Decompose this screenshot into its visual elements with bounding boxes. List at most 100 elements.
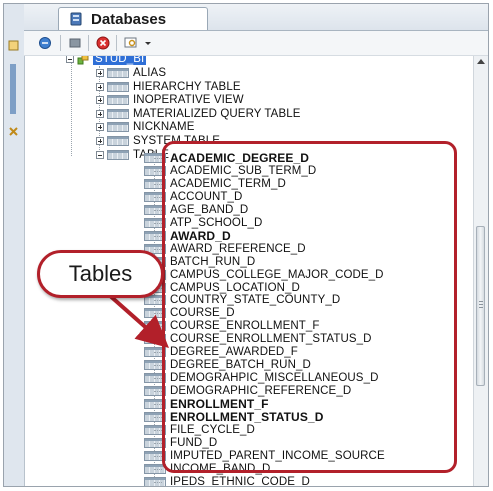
side-close-icon[interactable] (8, 126, 19, 137)
expand-toggle[interactable] (96, 137, 104, 145)
tree-node-table[interactable]: CAMPUS_LOCATION_D (144, 281, 300, 295)
tree-node-table[interactable]: COURSE_ENROLLMENT_STATUS_D (144, 332, 372, 346)
connect-icon[interactable] (38, 36, 52, 50)
callout-label: Tables (68, 261, 133, 286)
tree-scrollbar[interactable] (473, 56, 488, 486)
category-label: MATERIALIZED QUERY TABLE (133, 107, 301, 120)
tree-guide-line (154, 481, 162, 483)
disconnect-icon[interactable] (68, 36, 82, 50)
toolbar-separator (60, 35, 61, 51)
category-label: HIERARCHY TABLE (133, 80, 241, 93)
tree-node-table[interactable]: DEMOGRAPHIC_REFERENCE_D (144, 384, 351, 398)
tree-guide-line (154, 248, 162, 250)
tree-node-table[interactable]: CAMPUS_COLLEGE_MAJOR_CODE_D (144, 268, 384, 282)
tree-node-schema[interactable]: STUD_BI (66, 56, 147, 66)
table-label: DEGREE_AWARDED_F (170, 346, 298, 359)
tree-node-category[interactable]: HIERARCHY TABLE (96, 80, 241, 94)
tree-node-category[interactable]: SYSTEM TABLE (96, 134, 220, 148)
tree-guide-line (154, 196, 162, 198)
left-side-strip (4, 4, 25, 486)
tree-guide-line (154, 442, 162, 444)
tree-guide-line (154, 209, 162, 211)
toolbar-separator (116, 35, 117, 51)
tree-guide-line (154, 455, 162, 457)
table-label: IMPUTED_PARENT_INCOME_SOURCE (170, 449, 385, 462)
table-label: CAMPUS_COLLEGE_MAJOR_CODE_D (170, 268, 384, 281)
table-label: DEMOGRAPHIC_REFERENCE_D (170, 385, 352, 398)
tree-node-table[interactable]: ACADEMIC_TERM_D (144, 177, 286, 191)
tree-guide-line (154, 352, 162, 354)
tree-node-category[interactable]: INOPERATIVE VIEW (96, 93, 244, 107)
tree-node-table[interactable]: AWARD_REFERENCE_D (144, 242, 306, 256)
tree-node-table[interactable]: DEMOGRAHPIC_MISCELLANEOUS_D (144, 371, 378, 385)
tree-guide-line (154, 339, 162, 341)
tree-guide-line (154, 158, 162, 159)
tree-node-table[interactable]: ENROLLMENT_STATUS_D (144, 410, 323, 424)
tree-guide-line (154, 326, 162, 328)
tree-guide-line (154, 300, 162, 302)
table-label: ENROLLMENT_F (170, 397, 269, 412)
tree-node-table[interactable]: ACADEMIC_DEGREE_D (144, 151, 309, 165)
table-label: DEGREE_BATCH_RUN_D (170, 359, 311, 372)
expand-toggle[interactable] (96, 109, 104, 118)
table-label: ATP_SCHOOL_D (170, 216, 263, 229)
tree-node-category[interactable]: NICKNAME (96, 120, 195, 134)
tab-databases[interactable]: Databases (58, 7, 208, 30)
table-folder-icon (107, 95, 129, 106)
table-label: ENROLLMENT_STATUS_D (170, 410, 324, 424)
thumb-grip (479, 301, 483, 302)
tree-guide-line (154, 313, 162, 315)
toolbar-separator (88, 35, 89, 51)
tree-guide-line (154, 365, 162, 367)
table-folder-icon (107, 136, 129, 146)
table-folder-icon (107, 68, 129, 78)
table-label: BATCH_RUN_D (170, 255, 256, 268)
database-icon (70, 12, 82, 26)
tree-guide-line (154, 417, 162, 418)
tree-guide-line (154, 378, 162, 380)
tab-bar: Databases (24, 4, 488, 31)
tree-node-table[interactable]: COUNTRY_STATE_COUNTY_D (144, 293, 340, 307)
table-label: INCOME_BAND_D (170, 462, 271, 475)
table-label: ACADEMIC_SUB_TERM_D (170, 164, 317, 177)
tree-node-table[interactable]: IMPUTED_PARENT_INCOME_SOURCE (144, 449, 385, 463)
table-label: IPEDS_ETHNIC_CODE_D (170, 475, 310, 486)
tree-node-table[interactable]: DEGREE_BATCH_RUN_D (144, 358, 311, 372)
side-tab-marker[interactable] (10, 64, 16, 114)
tables-callout: Tables (37, 250, 164, 298)
expand-toggle[interactable] (96, 123, 104, 132)
scroll-thumb[interactable] (476, 226, 485, 386)
table-label: COURSE_ENROLLMENT_STATUS_D (170, 333, 372, 346)
tree-guide-line (154, 222, 162, 224)
side-panel-icon[interactable] (8, 40, 19, 51)
tree-guide-line (154, 429, 162, 431)
table-label: ACADEMIC_TERM_D (170, 177, 286, 190)
toolbar (24, 31, 488, 56)
tree-node-table[interactable]: ACADEMIC_SUB_TERM_D (144, 164, 316, 178)
dropdown-icon[interactable] (144, 36, 152, 50)
tree-node-category[interactable]: ALIAS (96, 66, 166, 80)
table-label: ACADEMIC_DEGREE_D (170, 151, 310, 165)
expand-toggle[interactable] (96, 96, 104, 105)
category-label: ALIAS (133, 67, 167, 79)
expand-toggle[interactable] (96, 82, 104, 91)
tree-node-table[interactable]: COURSE_ENROLLMENT_F (144, 319, 320, 333)
tree-node-table[interactable]: IPEDS_ETHNIC_CODE_D (144, 475, 310, 486)
tree-node-table[interactable]: INCOME_BAND_D (144, 462, 270, 476)
table-label: AGE_BAND_D (170, 203, 249, 216)
category-label: SYSTEM TABLE (133, 135, 221, 147)
stop-icon[interactable] (96, 36, 110, 50)
tree-node-table[interactable]: ENROLLMENT_F (144, 397, 269, 411)
tree-node-table[interactable]: DEGREE_AWARDED_F (144, 345, 298, 359)
filter-icon[interactable] (124, 36, 138, 50)
collapse-toggle[interactable] (66, 56, 74, 63)
expand-toggle[interactable] (96, 69, 104, 77)
tree-node-category[interactable]: MATERIALIZED QUERY TABLE (96, 107, 301, 121)
collapse-toggle[interactable] (96, 150, 104, 159)
tab-label: Databases (91, 10, 167, 28)
thumb-grip (479, 304, 483, 305)
thumb-grip (479, 307, 483, 308)
scroll-up-arrow[interactable] (477, 59, 485, 64)
table-label: COUNTRY_STATE_COUNTY_D (170, 294, 341, 307)
table-label: FUND_D (170, 436, 218, 449)
